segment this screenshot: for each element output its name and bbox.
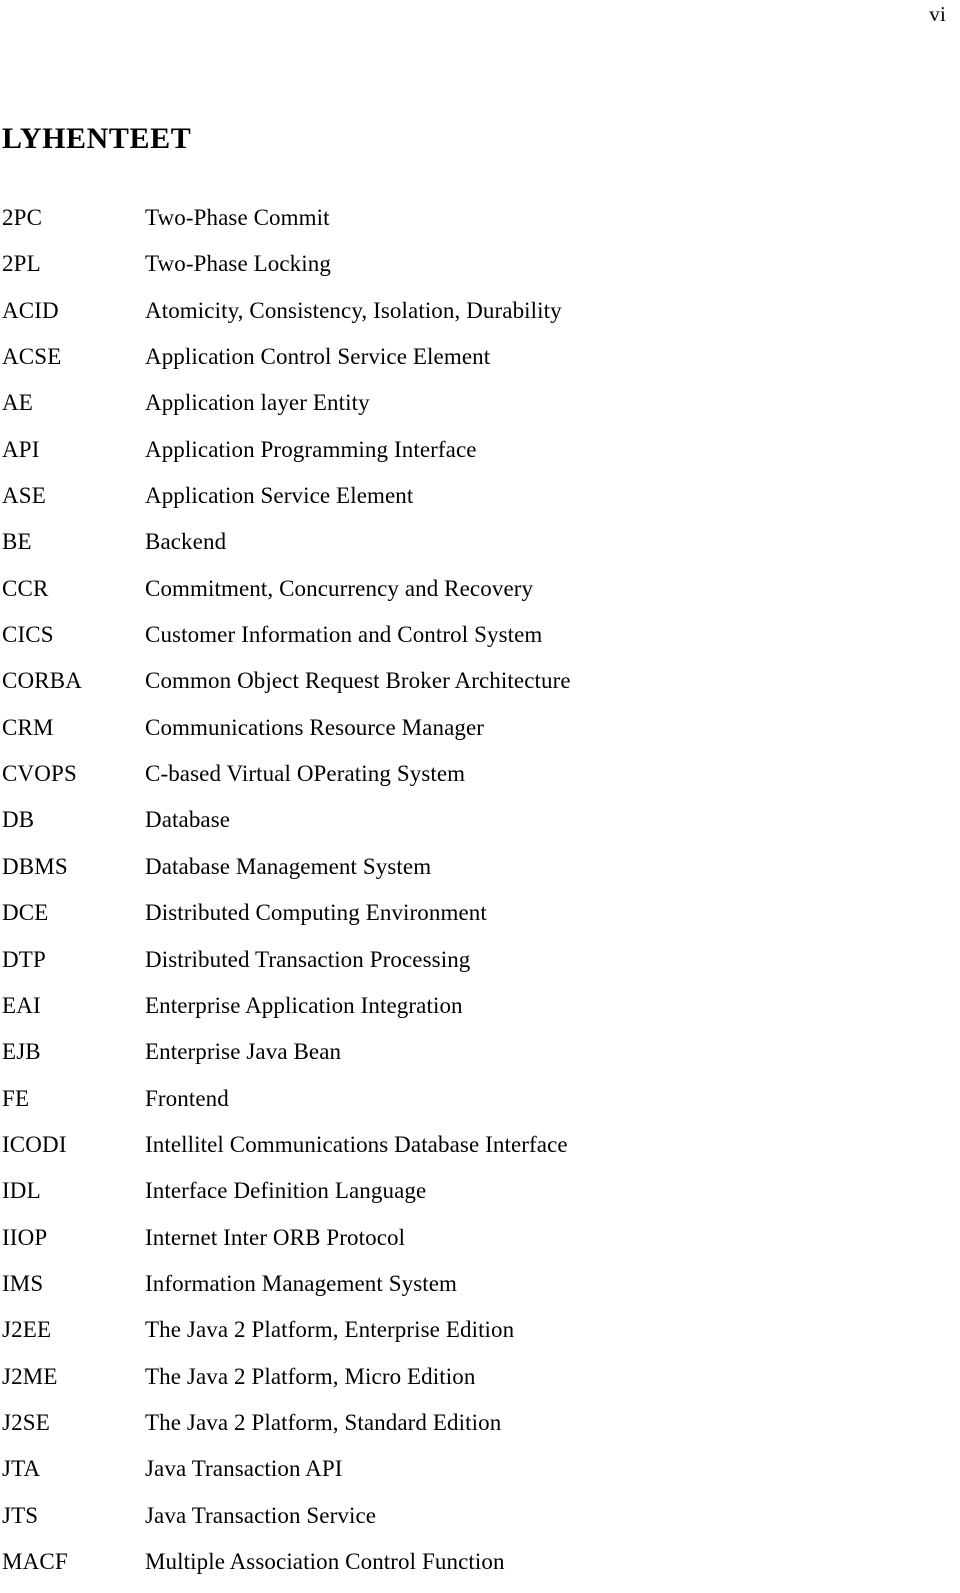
- abbreviation-definition: Intellitel Communications Database Inter…: [145, 1131, 568, 1157]
- abbreviation-definition: Java Transaction Service: [145, 1502, 377, 1528]
- abbreviation-term: IDL: [2, 1178, 41, 1204]
- abbreviation-row: ACSE Application Control Service Element: [0, 342, 960, 388]
- abbreviation-row: MACF Multiple Association Control Functio…: [0, 1547, 960, 1593]
- abbreviation-row: JTS Java Transaction Service: [0, 1501, 960, 1547]
- abbreviation-definition: Communications Resource Manager: [145, 714, 485, 740]
- abbreviation-definition: C-based Virtual OPerating System: [145, 761, 466, 787]
- abbreviation-term: DTP: [2, 946, 46, 972]
- abbreviation-term: IIOP: [2, 1224, 48, 1250]
- abbreviation-row: IDL Interface Definition Language: [0, 1176, 960, 1222]
- abbreviation-term: CVOPS: [2, 761, 77, 787]
- abbreviation-term: DCE: [2, 900, 49, 926]
- abbreviation-definition: Common Object Request Broker Architectur…: [145, 668, 571, 694]
- abbreviation-row: CVOPS C-based Virtual OPerating System: [0, 759, 960, 805]
- abbreviation-definition: Application Control Service Element: [145, 344, 491, 370]
- page-number: vi: [929, 2, 946, 26]
- abbreviation-term: BE: [2, 529, 32, 555]
- abbreviation-row: API Application Programming Interface: [0, 435, 960, 481]
- abbreviation-term: J2ME: [2, 1363, 58, 1389]
- abbreviation-definition: Distributed Computing Environment: [145, 900, 487, 926]
- abbreviation-row: 2PC Two-Phase Commit: [0, 203, 960, 249]
- document-page: vi LYHENTEET 2PC Two-Phase Commit 2PL Two-P…: [0, 0, 960, 1591]
- abbreviation-term: J2SE: [2, 1409, 50, 1435]
- abbreviation-row: EAI Enterprise Application Integration: [0, 991, 960, 1037]
- abbreviation-definition: The Java 2 Platform, Micro Edition: [145, 1363, 476, 1389]
- abbreviation-row: BE Backend: [0, 527, 960, 573]
- abbreviation-term: AE: [2, 390, 33, 416]
- abbreviation-row: ACID Atomicity, Consistency, Isolation, D…: [0, 296, 960, 342]
- abbreviation-term: 2PL: [2, 251, 41, 277]
- abbreviation-row: DB Database: [0, 805, 960, 851]
- abbreviation-term: JTA: [2, 1456, 41, 1482]
- abbreviation-row: J2ME The Java 2 Platform, Micro Edition: [0, 1362, 960, 1408]
- abbreviation-definition: Application Service Element: [145, 483, 414, 509]
- abbreviation-definition: Information Management System: [145, 1270, 458, 1296]
- abbreviation-definition: Multiple Association Control Function: [145, 1548, 505, 1574]
- abbreviation-term: DBMS: [2, 853, 68, 879]
- abbreviation-term: DB: [2, 807, 35, 833]
- abbreviation-term: CORBA: [2, 668, 82, 694]
- abbreviation-row: CRM Communications Resource Manager: [0, 713, 960, 759]
- abbreviation-term: J2EE: [2, 1317, 52, 1343]
- abbreviation-row: 2PL Two-Phase Locking: [0, 249, 960, 295]
- abbreviation-definition: Application layer Entity: [145, 390, 370, 416]
- abbreviation-term: MACF: [2, 1548, 68, 1574]
- abbreviation-term: ASE: [2, 483, 46, 509]
- abbreviation-definition: Two-Phase Locking: [145, 251, 331, 277]
- abbreviation-definition: Enterprise Java Bean: [145, 1039, 342, 1065]
- abbreviation-row: IIOP Internet Inter ORB Protocol: [0, 1223, 960, 1269]
- abbreviation-definition: The Java 2 Platform, Standard Edition: [145, 1409, 502, 1435]
- abbreviation-row: J2SE The Java 2 Platform, Standard Editio…: [0, 1408, 960, 1454]
- abbreviation-row: DCE Distributed Computing Environment: [0, 898, 960, 944]
- abbreviation-term: 2PC: [2, 205, 43, 230]
- abbreviation-row: IMS Information Management System: [0, 1269, 960, 1315]
- abbreviation-definition: Frontend: [145, 1085, 229, 1111]
- abbreviation-row: CICS Customer Information and Control Sys…: [0, 620, 960, 666]
- abbreviation-row: DBMS Database Management System: [0, 852, 960, 898]
- abbreviation-term: EJB: [2, 1039, 41, 1065]
- page-title: LYHENTEET: [2, 122, 192, 156]
- abbreviation-definition: The Java 2 Platform, Enterprise Edition: [145, 1317, 515, 1343]
- abbreviation-row: ICODI Intellitel Communications Database …: [0, 1130, 960, 1176]
- abbreviation-definition: Database Management System: [145, 853, 432, 879]
- abbreviation-definition: Database: [145, 807, 231, 833]
- abbreviation-definition: Atomicity, Consistency, Isolation, Durab…: [145, 297, 562, 323]
- abbreviation-definition: Commitment, Concurrency and Recovery: [145, 575, 534, 601]
- abbreviation-row: ASE Application Service Element: [0, 481, 960, 527]
- abbreviation-definition: Internet Inter ORB Protocol: [145, 1224, 406, 1250]
- abbreviation-definition: Application Programming Interface: [145, 436, 477, 462]
- abbreviation-definition: Backend: [145, 529, 227, 555]
- abbreviation-term: ACID: [2, 297, 59, 323]
- abbreviation-term: ACSE: [2, 344, 62, 370]
- abbreviation-definition: Enterprise Application Integration: [145, 992, 463, 1018]
- abbreviation-term: ICODI: [2, 1131, 67, 1157]
- abbreviation-row: JTA Java Transaction API: [0, 1454, 960, 1500]
- abbreviation-definition: Two-Phase Commit: [145, 205, 330, 230]
- abbreviation-term: IMS: [2, 1270, 44, 1296]
- abbreviation-definition: Distributed Transaction Processing: [145, 946, 471, 972]
- abbreviation-row: J2EE The Java 2 Platform, Enterprise Edit…: [0, 1315, 960, 1361]
- abbreviation-term: CCR: [2, 575, 49, 601]
- abbreviation-term: API: [2, 436, 40, 462]
- abbreviation-term: CICS: [2, 622, 54, 648]
- abbreviation-row: FE Frontend: [0, 1084, 960, 1130]
- abbreviation-row: DTP Distributed Transaction Processing: [0, 945, 960, 991]
- abbreviation-row: CORBA Common Object Request Broker Archit…: [0, 666, 960, 712]
- abbreviation-row: CCR Commitment, Concurrency and Recovery: [0, 574, 960, 620]
- abbreviation-row: EJB Enterprise Java Bean: [0, 1037, 960, 1083]
- abbreviation-term: JTS: [2, 1502, 39, 1528]
- abbreviation-definition: Customer Information and Control System: [145, 622, 543, 648]
- abbreviation-term: CRM: [2, 714, 54, 740]
- abbreviation-list: 2PC Two-Phase Commit 2PL Two-Phase Locking A…: [0, 203, 960, 1593]
- abbreviation-definition: Interface Definition Language: [145, 1178, 427, 1204]
- abbreviation-row: AE Application layer Entity: [0, 388, 960, 434]
- abbreviation-term: EAI: [2, 992, 41, 1018]
- abbreviation-term: FE: [2, 1085, 30, 1111]
- abbreviation-definition: Java Transaction API: [145, 1456, 343, 1482]
